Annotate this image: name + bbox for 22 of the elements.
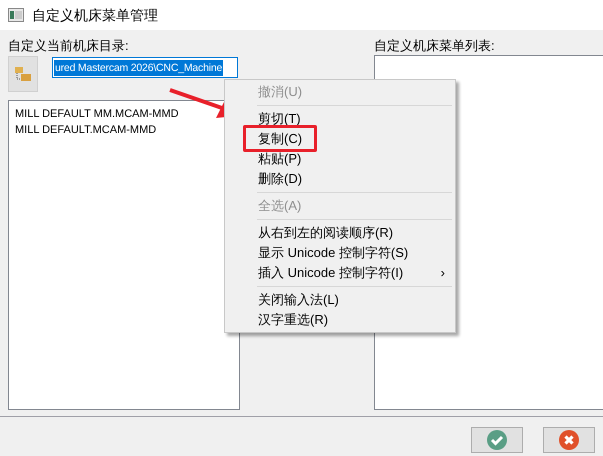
close-icon	[559, 430, 579, 450]
menu-item[interactable]: 插入 Unicode 控制字符(I) ›	[225, 263, 455, 283]
menu-list-label: 自定义机床菜单列表:	[374, 38, 496, 54]
submenu-arrow: ›	[440, 264, 445, 282]
menu-item[interactable]: 关闭输入法(L)	[225, 290, 455, 310]
directory-label: 自定义当前机床目录:	[8, 38, 130, 54]
menu-item[interactable]: 显示 Unicode 控制字符(S)	[225, 243, 455, 263]
folder-button[interactable]	[8, 56, 38, 92]
window-icon	[8, 8, 24, 22]
path-text: ured Mastercam 2026\CNC_Machine	[54, 60, 224, 76]
menu-item[interactable]: 删除(D)	[225, 169, 455, 189]
menu-item[interactable]: 复制(C)	[225, 129, 455, 149]
menu-item[interactable]: 剪切(T)	[225, 109, 455, 129]
cancel-button[interactable]	[543, 427, 595, 453]
menu-item[interactable]: 粘贴(P)	[225, 149, 455, 169]
folder-icon	[14, 66, 32, 82]
menu-item[interactable]: 汉字重选(R)	[225, 310, 455, 330]
check-icon	[487, 430, 507, 450]
ok-button[interactable]	[471, 427, 523, 453]
path-field[interactable]: ured Mastercam 2026\CNC_Machine	[52, 57, 238, 78]
window-title: 自定义机床菜单管理	[32, 6, 158, 24]
menu-item[interactable]: 从右到左的阅读顺序(R)	[225, 223, 455, 243]
